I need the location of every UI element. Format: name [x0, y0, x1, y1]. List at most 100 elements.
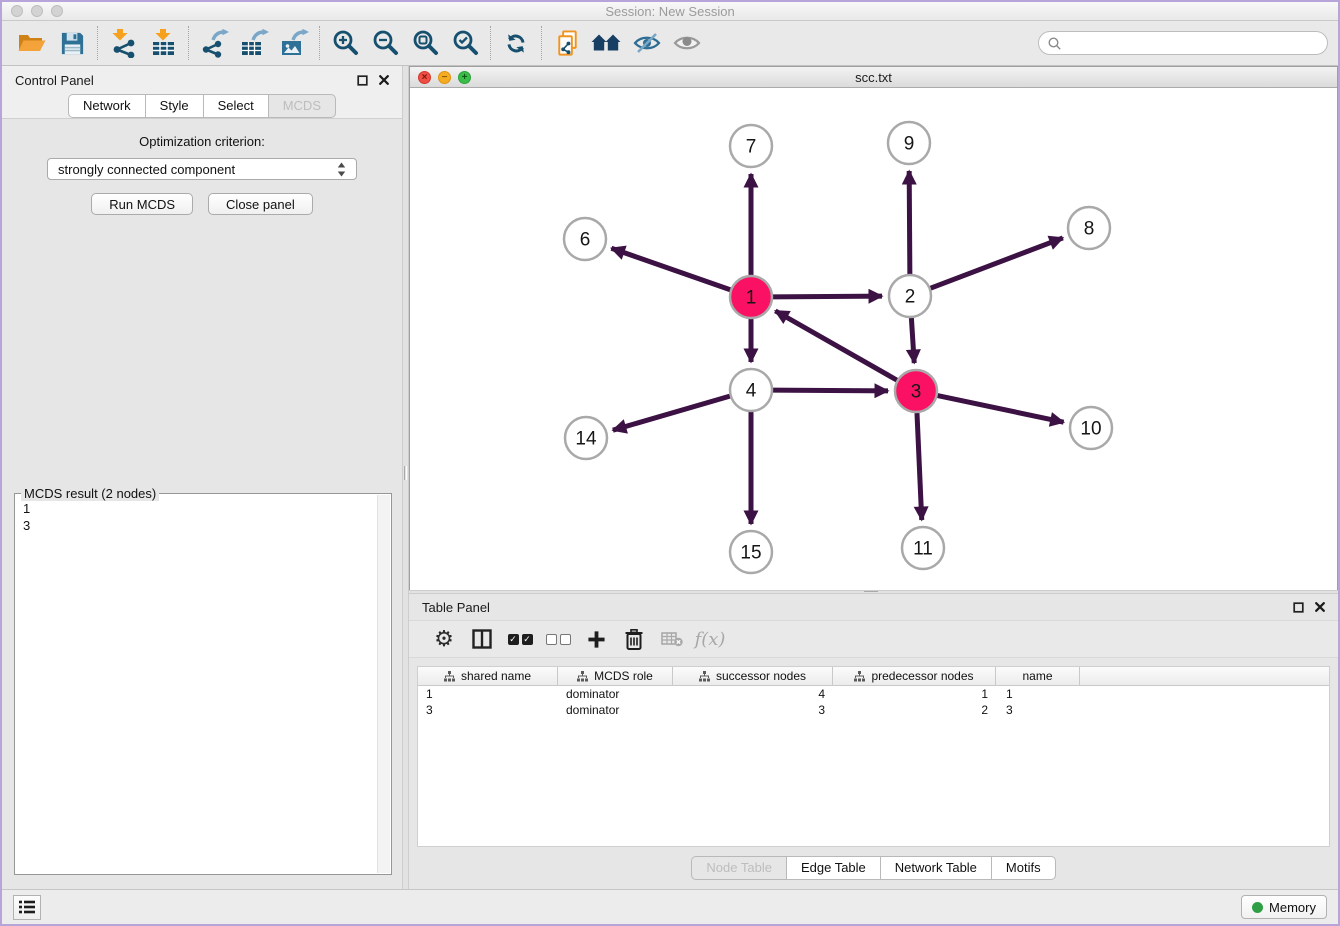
table-cell: dominator	[558, 703, 673, 717]
graph-edge-3-11[interactable]	[917, 413, 922, 520]
table-cell: dominator	[558, 687, 673, 701]
close-panel-icon[interactable]	[1315, 602, 1325, 612]
table-cell: 3	[418, 703, 558, 717]
tab-select[interactable]: Select	[203, 94, 268, 118]
graph-edge-2-3[interactable]	[911, 318, 914, 363]
delete-table-icon	[661, 631, 683, 647]
table-cell: 2	[833, 703, 996, 717]
close-panel-button[interactable]: Close panel	[208, 193, 313, 215]
mcds-result-line: 1	[23, 500, 371, 517]
graph-node-label-6: 6	[580, 230, 591, 251]
tab-network[interactable]: Network	[68, 94, 145, 118]
tab-node-table[interactable]: Node Table	[691, 856, 786, 880]
network-zoom-button[interactable]: +	[458, 71, 471, 84]
import-table-icon	[148, 28, 178, 58]
tab-edge-table[interactable]: Edge Table	[786, 856, 880, 880]
close-window-button[interactable]	[11, 5, 23, 17]
graph-edge-3-1[interactable]	[775, 311, 897, 380]
node-table-body: 1dominator4113dominator323	[418, 686, 1329, 846]
graph-edge-1-6[interactable]	[611, 248, 730, 290]
toolbar-separator	[97, 26, 98, 60]
graph-edge-4-14[interactable]	[613, 396, 730, 430]
minimize-window-button[interactable]	[31, 5, 43, 17]
column-header-name[interactable]: name	[996, 667, 1080, 685]
task-history-button[interactable]	[13, 895, 41, 920]
home-view-button[interactable]	[587, 24, 627, 62]
tab-mcds[interactable]: MCDS	[268, 94, 336, 118]
zoom-out-button[interactable]	[365, 24, 405, 62]
save-session-button[interactable]	[52, 24, 92, 62]
table-cell: 1	[418, 687, 558, 701]
table-cell: 1	[833, 687, 996, 701]
mcds-result-text[interactable]: 1 3	[18, 497, 376, 871]
network-minimize-button[interactable]: −	[438, 71, 451, 84]
column-header-mcds-role[interactable]: MCDS role	[558, 667, 673, 685]
tab-motifs[interactable]: Motifs	[991, 856, 1056, 880]
select-all-columns-button[interactable]: ✓✓	[501, 623, 539, 655]
graph-edge-1-2[interactable]	[773, 296, 882, 297]
network-close-button[interactable]: ×	[418, 71, 431, 84]
splitter-grip	[864, 591, 878, 593]
unchecked-boxes-icon	[546, 634, 571, 645]
network-graph: 1234678910111415	[410, 88, 1339, 589]
table-row[interactable]: 1dominator411	[418, 686, 1329, 702]
hide-graphics-details-button[interactable]	[627, 24, 667, 62]
column-header-shared-name[interactable]: shared name	[418, 667, 558, 685]
horizontal-splitter[interactable]	[409, 590, 1338, 594]
network-canvas[interactable]: 1234678910111415	[410, 88, 1337, 594]
memory-button[interactable]: Memory	[1241, 895, 1327, 919]
export-image-button[interactable]	[274, 24, 314, 62]
column-label: shared name	[461, 669, 531, 683]
zoom-selected-button[interactable]	[445, 24, 485, 62]
open-file-button[interactable]	[12, 24, 52, 62]
toolbar-separator	[541, 26, 542, 60]
zoom-in-icon	[331, 29, 359, 57]
zoom-fit-button[interactable]	[405, 24, 445, 62]
run-mcds-button[interactable]: Run MCDS	[91, 193, 193, 215]
column-header-predecessor-nodes[interactable]: predecessor nodes	[833, 667, 996, 685]
criterion-dropdown[interactable]: strongly connected component	[47, 158, 357, 180]
float-panel-icon[interactable]	[357, 75, 368, 86]
graph-node-label-3: 3	[911, 382, 922, 403]
graph-edge-2-8[interactable]	[931, 238, 1063, 288]
graph-edge-2-9[interactable]	[909, 171, 910, 274]
graph-node-label-9: 9	[904, 134, 915, 155]
unselect-all-columns-button[interactable]	[539, 623, 577, 655]
float-panel-icon[interactable]	[1293, 602, 1304, 613]
column-label: successor nodes	[716, 669, 806, 683]
table-settings-button[interactable]: ⚙	[425, 623, 463, 655]
network-view-window: × − + scc.txt 1234678910111415	[409, 66, 1338, 590]
column-type-icon	[699, 671, 710, 682]
zoom-in-button[interactable]	[325, 24, 365, 62]
close-panel-icon[interactable]	[379, 75, 389, 85]
import-network-button[interactable]	[103, 24, 143, 62]
export-network-button[interactable]	[194, 24, 234, 62]
function-builder-button[interactable]: f(x)	[691, 623, 729, 655]
zoom-window-button[interactable]	[51, 5, 63, 17]
add-column-button[interactable]	[577, 623, 615, 655]
show-graphics-details-button[interactable]	[667, 24, 707, 62]
delete-table-button[interactable]	[653, 623, 691, 655]
zoom-selected-icon	[451, 29, 479, 57]
save-floppy-icon	[59, 30, 86, 57]
search-icon	[1048, 37, 1061, 50]
tab-style[interactable]: Style	[145, 94, 203, 118]
graph-edge-4-3[interactable]	[773, 390, 888, 391]
tab-network-table[interactable]: Network Table	[880, 856, 991, 880]
list-icon	[19, 900, 35, 914]
column-layout-button[interactable]	[463, 623, 501, 655]
import-table-button[interactable]	[143, 24, 183, 62]
table-row[interactable]: 3dominator323	[418, 702, 1329, 718]
delete-column-button[interactable]	[615, 623, 653, 655]
export-table-button[interactable]	[234, 24, 274, 62]
column-label: MCDS role	[594, 669, 653, 683]
search-input[interactable]	[1067, 36, 1318, 50]
network-from-file-button[interactable]	[547, 24, 587, 62]
result-scrollbar[interactable]	[377, 495, 390, 873]
column-type-icon	[577, 671, 588, 682]
graph-edge-3-10[interactable]	[938, 396, 1064, 423]
vertical-splitter[interactable]	[402, 66, 409, 889]
window-titlebar: Session: New Session	[2, 2, 1338, 21]
refresh-button[interactable]	[496, 24, 536, 62]
column-header-successor-nodes[interactable]: successor nodes	[673, 667, 833, 685]
